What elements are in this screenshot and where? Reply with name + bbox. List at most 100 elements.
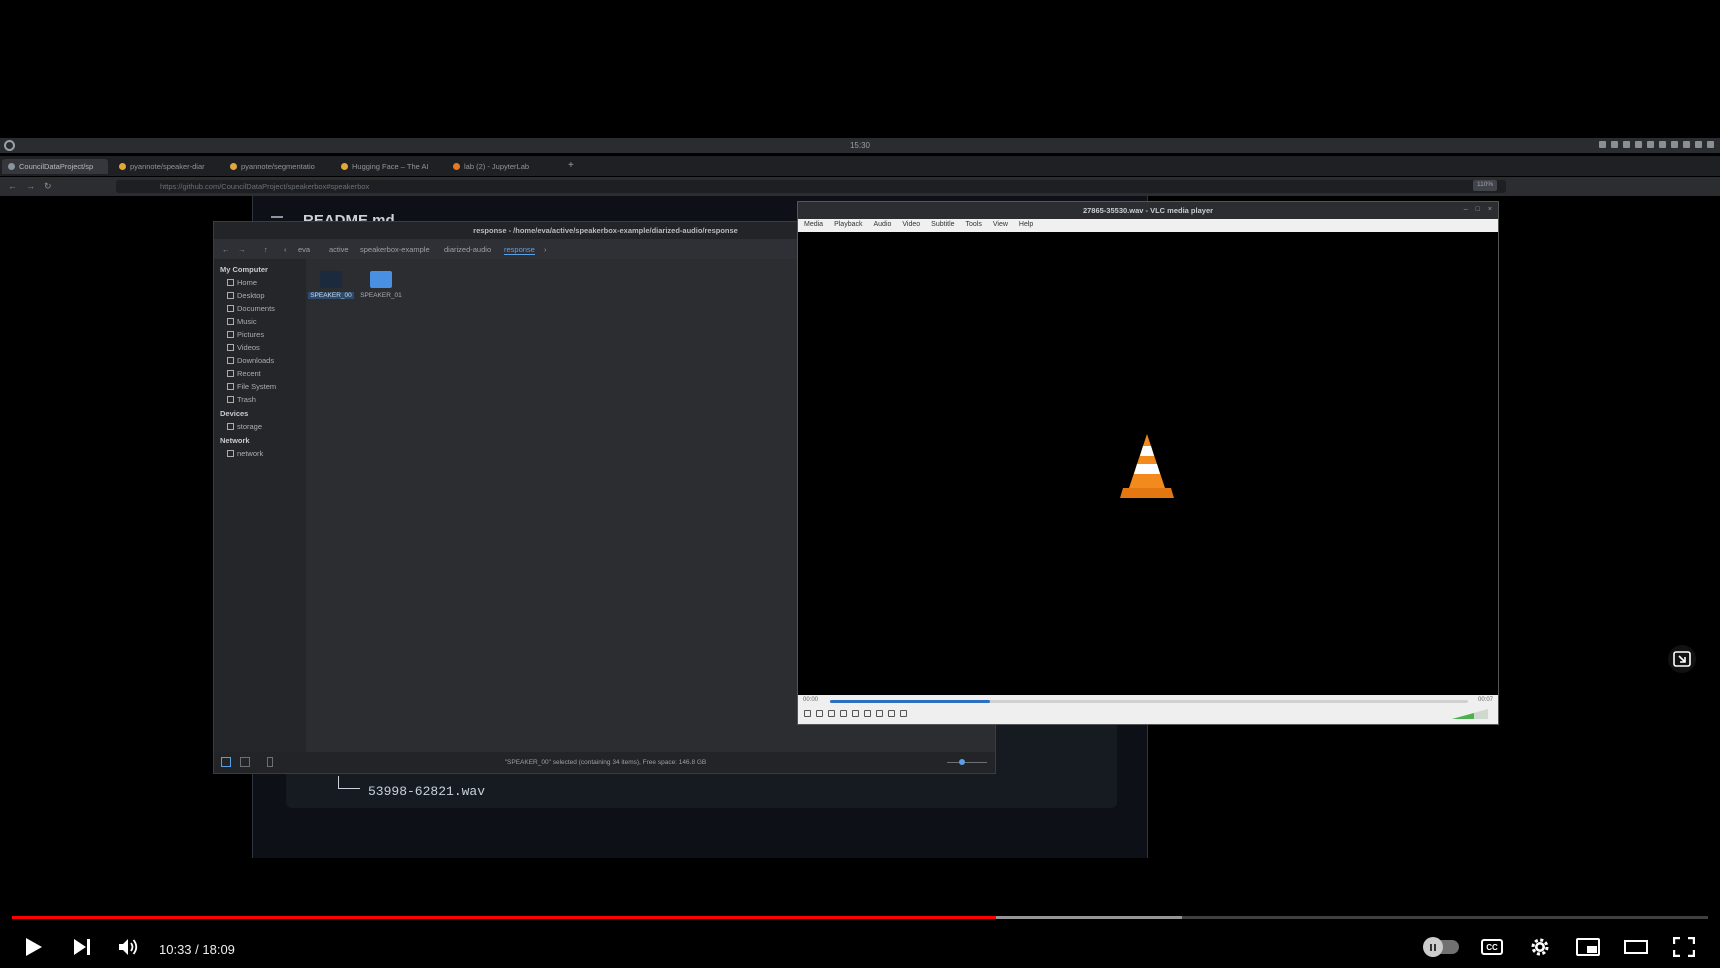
menu-help[interactable]: Help bbox=[1019, 219, 1038, 232]
vlc-video-area[interactable] bbox=[798, 232, 1498, 695]
back-icon[interactable]: ← bbox=[222, 245, 230, 254]
tray-icon[interactable] bbox=[1599, 141, 1606, 148]
menu-media[interactable]: Media bbox=[804, 219, 828, 232]
folder-item[interactable]: SPEAKER_00 bbox=[308, 271, 354, 299]
sidebar-section-devices[interactable]: Devices bbox=[220, 409, 248, 418]
extended-settings-icon[interactable] bbox=[864, 710, 871, 717]
video-frame[interactable]: 15:30 CouncilDataProject/sp pyannote/spe… bbox=[0, 0, 1720, 968]
sidebar-item-documents[interactable]: Documents bbox=[227, 304, 275, 313]
hugging-face-icon bbox=[119, 163, 126, 170]
up-icon[interactable]: ↑ bbox=[264, 245, 268, 254]
vlc-volume-slider[interactable] bbox=[1452, 709, 1488, 719]
tray-icon[interactable] bbox=[1695, 141, 1702, 148]
menu-playback[interactable]: Playback bbox=[834, 219, 867, 232]
vlc-window: 27865-35530.wav - VLC media player – □ ×… bbox=[797, 201, 1499, 725]
zoom-slider[interactable] bbox=[947, 759, 987, 765]
theater-mode-button[interactable] bbox=[1621, 932, 1651, 962]
video-icon bbox=[227, 344, 234, 351]
pause-icon[interactable] bbox=[804, 710, 811, 717]
miniplayer-icon bbox=[1576, 938, 1600, 956]
vlc-seek-bar[interactable] bbox=[830, 700, 1468, 703]
menu-tools[interactable]: Tools bbox=[966, 219, 987, 232]
next-icon[interactable] bbox=[840, 710, 847, 717]
miniplayer-button[interactable] bbox=[1573, 932, 1603, 962]
chevron-left-icon[interactable]: ‹ bbox=[284, 245, 287, 254]
tray-icon[interactable] bbox=[1707, 141, 1714, 148]
drive-icon bbox=[227, 423, 234, 430]
tray-icon[interactable] bbox=[1623, 141, 1630, 148]
sidebar-item-home[interactable]: Home bbox=[227, 278, 257, 287]
vlc-title: 27865-35530.wav - VLC media player bbox=[798, 202, 1498, 219]
url-input[interactable]: https://github.com/CouncilDataProject/sp… bbox=[116, 180, 1506, 193]
new-tab-button[interactable]: + bbox=[568, 160, 574, 171]
volume-icon bbox=[119, 939, 138, 955]
settings-button[interactable] bbox=[1525, 932, 1555, 962]
play-button[interactable] bbox=[19, 932, 49, 962]
reload-icon[interactable]: ↻ bbox=[44, 181, 52, 192]
breadcrumb-item[interactable]: diarized-audio bbox=[444, 245, 491, 254]
tray-icon[interactable] bbox=[1611, 141, 1618, 148]
sidebar-section-network[interactable]: Network bbox=[220, 436, 250, 445]
browser-tab[interactable]: CouncilDataProject/sp bbox=[2, 159, 108, 174]
fullscreen-button[interactable] bbox=[1669, 932, 1699, 962]
browser-tab[interactable]: pyannote/speaker-diar bbox=[113, 159, 219, 174]
loop-icon[interactable] bbox=[888, 710, 895, 717]
breadcrumb-item[interactable]: speakerbox-example bbox=[360, 245, 430, 254]
forward-icon[interactable]: → bbox=[26, 181, 35, 191]
browser-tab[interactable]: pyannote/segmentatio bbox=[224, 159, 330, 174]
sidebar-item-desktop[interactable]: Desktop bbox=[227, 291, 265, 300]
tray-icon[interactable] bbox=[1683, 141, 1690, 148]
minimize-icon[interactable]: – bbox=[1464, 206, 1468, 213]
sidebar-item-network[interactable]: network bbox=[227, 449, 263, 458]
zoom-slider-handle[interactable] bbox=[959, 759, 965, 765]
sidebar-item-trash[interactable]: Trash bbox=[227, 395, 256, 404]
video-progress-bar[interactable] bbox=[12, 916, 1708, 919]
sidebar-item-pictures[interactable]: Pictures bbox=[227, 330, 264, 339]
folder-item[interactable]: SPEAKER_01 bbox=[358, 271, 404, 299]
fullscreen-icon[interactable] bbox=[852, 710, 859, 717]
github-icon bbox=[8, 163, 15, 170]
menu-subtitle[interactable]: Subtitle bbox=[931, 219, 959, 232]
menu-audio[interactable]: Audio bbox=[873, 219, 896, 232]
tray-icon[interactable] bbox=[1635, 141, 1642, 148]
mute-button[interactable] bbox=[114, 932, 144, 962]
sidebar-item-storage[interactable]: storage bbox=[227, 422, 262, 431]
tray-icon[interactable] bbox=[1647, 141, 1654, 148]
miniplayer-expand-button[interactable] bbox=[1668, 645, 1696, 673]
maximize-icon[interactable]: □ bbox=[1476, 206, 1480, 213]
subtitles-button[interactable]: CC bbox=[1477, 932, 1507, 962]
status-text: "SPEAKER_00" selected (containing 34 ite… bbox=[504, 759, 707, 766]
sidebar-item-videos[interactable]: Videos bbox=[227, 343, 260, 352]
menu-video[interactable]: Video bbox=[902, 219, 925, 232]
browser-tab[interactable]: lab (2) - JupyterLab bbox=[447, 159, 553, 174]
system-tray bbox=[1599, 141, 1714, 148]
forward-icon[interactable]: → bbox=[238, 245, 246, 254]
stop-icon[interactable] bbox=[828, 710, 835, 717]
music-icon bbox=[227, 318, 234, 325]
sidebar-item-file-system[interactable]: File System bbox=[227, 382, 276, 391]
breadcrumb-current[interactable]: response bbox=[504, 245, 535, 255]
tray-icon[interactable] bbox=[1671, 141, 1678, 148]
next-video-button[interactable] bbox=[67, 932, 97, 962]
chevron-right-icon[interactable]: › bbox=[544, 245, 547, 254]
sidebar-item-music[interactable]: Music bbox=[227, 317, 257, 326]
autoplay-toggle[interactable] bbox=[1422, 932, 1462, 962]
browser-tab[interactable]: Hugging Face – The AI bbox=[335, 159, 441, 174]
shuffle-icon[interactable] bbox=[900, 710, 907, 717]
menu-view[interactable]: View bbox=[993, 219, 1013, 232]
previous-icon[interactable] bbox=[816, 710, 823, 717]
sidebar-item-recent[interactable]: Recent bbox=[227, 369, 261, 378]
back-icon[interactable]: ← bbox=[8, 181, 17, 191]
play-icon bbox=[26, 938, 42, 956]
close-icon[interactable]: × bbox=[1488, 206, 1492, 213]
breadcrumb-home[interactable]: eva bbox=[298, 245, 310, 254]
autoplay-switch bbox=[1423, 937, 1459, 957]
sidebar-section-my-computer[interactable]: My Computer bbox=[220, 265, 268, 274]
zoom-level-badge[interactable]: 110% bbox=[1473, 180, 1498, 191]
sidebar-item-downloads[interactable]: Downloads bbox=[227, 356, 274, 365]
vlc-menubar: Media Playback Audio Video Subtitle Tool… bbox=[798, 219, 1498, 232]
breadcrumb-item[interactable]: active bbox=[329, 245, 349, 254]
tray-icon[interactable] bbox=[1659, 141, 1666, 148]
document-icon bbox=[227, 305, 234, 312]
playlist-icon[interactable] bbox=[876, 710, 883, 717]
